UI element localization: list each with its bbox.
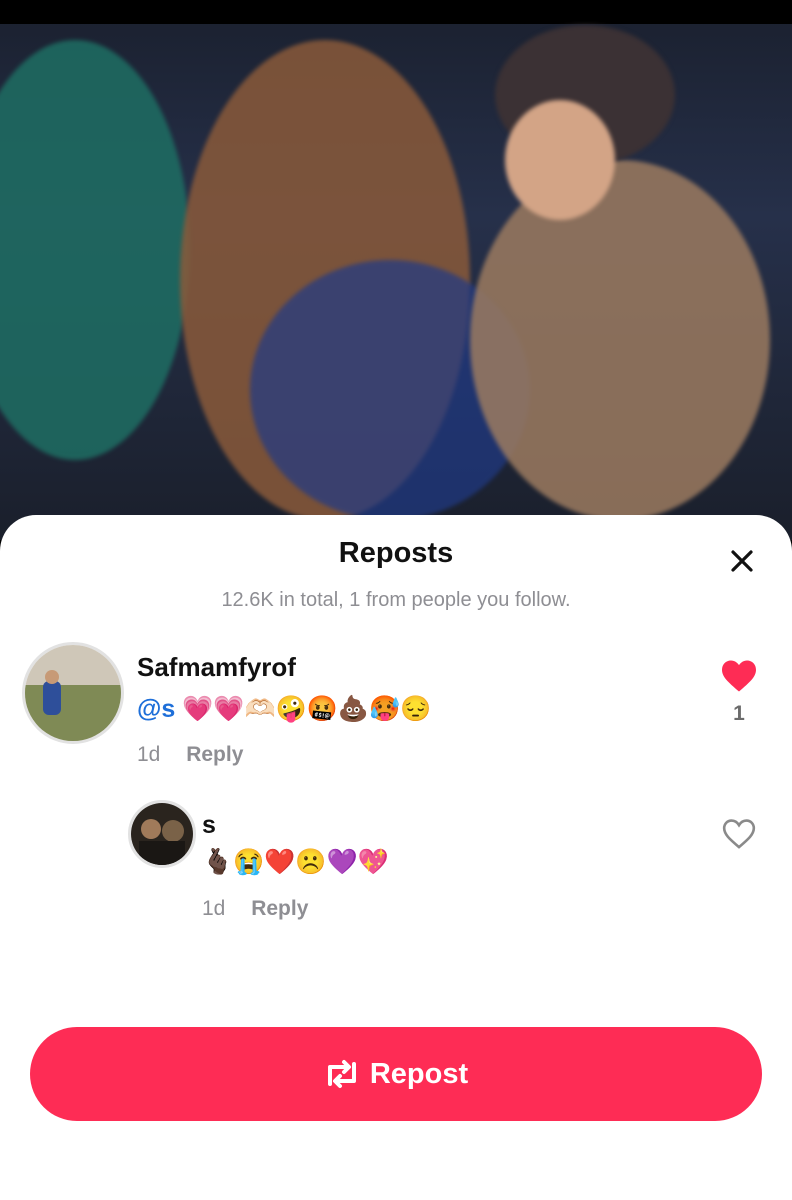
avatar-photo	[25, 645, 121, 741]
like-count: 1	[733, 702, 745, 725]
like-button[interactable]	[718, 818, 760, 855]
comment-emojis: 🫰🏿😭❤️☹️💜💖	[202, 848, 389, 876]
video-figure-left	[0, 40, 190, 460]
repost-button[interactable]: Repost	[30, 1027, 762, 1121]
comment-text: 🫰🏿😭❤️☹️💜💖	[202, 848, 389, 877]
avatar-photo	[131, 803, 193, 865]
comment-time: 1d	[137, 743, 161, 766]
comment-time: 1d	[202, 897, 226, 920]
reply-button[interactable]: Reply	[186, 743, 243, 766]
heart-filled-icon	[722, 660, 756, 692]
repost-label: Repost	[369, 1057, 469, 1090]
video-figure-face	[505, 100, 615, 220]
avatar[interactable]	[128, 800, 196, 868]
comment-emojis: 💗💗🫶🏻🤪🤬💩🥵😔	[182, 695, 432, 723]
comment-meta: 1d Reply	[202, 897, 308, 921]
comment-meta: 1d Reply	[137, 743, 243, 767]
reply-button[interactable]: Reply	[251, 897, 308, 920]
sheet-title: Reposts	[338, 537, 454, 569]
status-bar-area	[0, 0, 792, 24]
avatar[interactable]	[22, 642, 124, 744]
video-figure-right	[470, 160, 770, 520]
sheet-subtitle: 12.6K in total, 1 from people you follow…	[221, 589, 571, 611]
mention-link[interactable]: @s	[137, 695, 175, 723]
comment-username[interactable]: Safmamfyrof	[137, 652, 296, 683]
reposts-sheet: Reposts 12.6K in total, 1 from people yo…	[0, 515, 792, 1200]
close-icon[interactable]	[728, 547, 756, 575]
comment-text: @s 💗💗🫶🏻🤪🤬💩🥵😔	[137, 695, 431, 724]
like-button[interactable]: 1	[716, 659, 762, 726]
heart-outline-icon	[722, 819, 756, 849]
comment-username[interactable]: s	[202, 811, 216, 840]
repost-icon	[327, 1060, 356, 1088]
video-background[interactable]	[0, 0, 792, 540]
